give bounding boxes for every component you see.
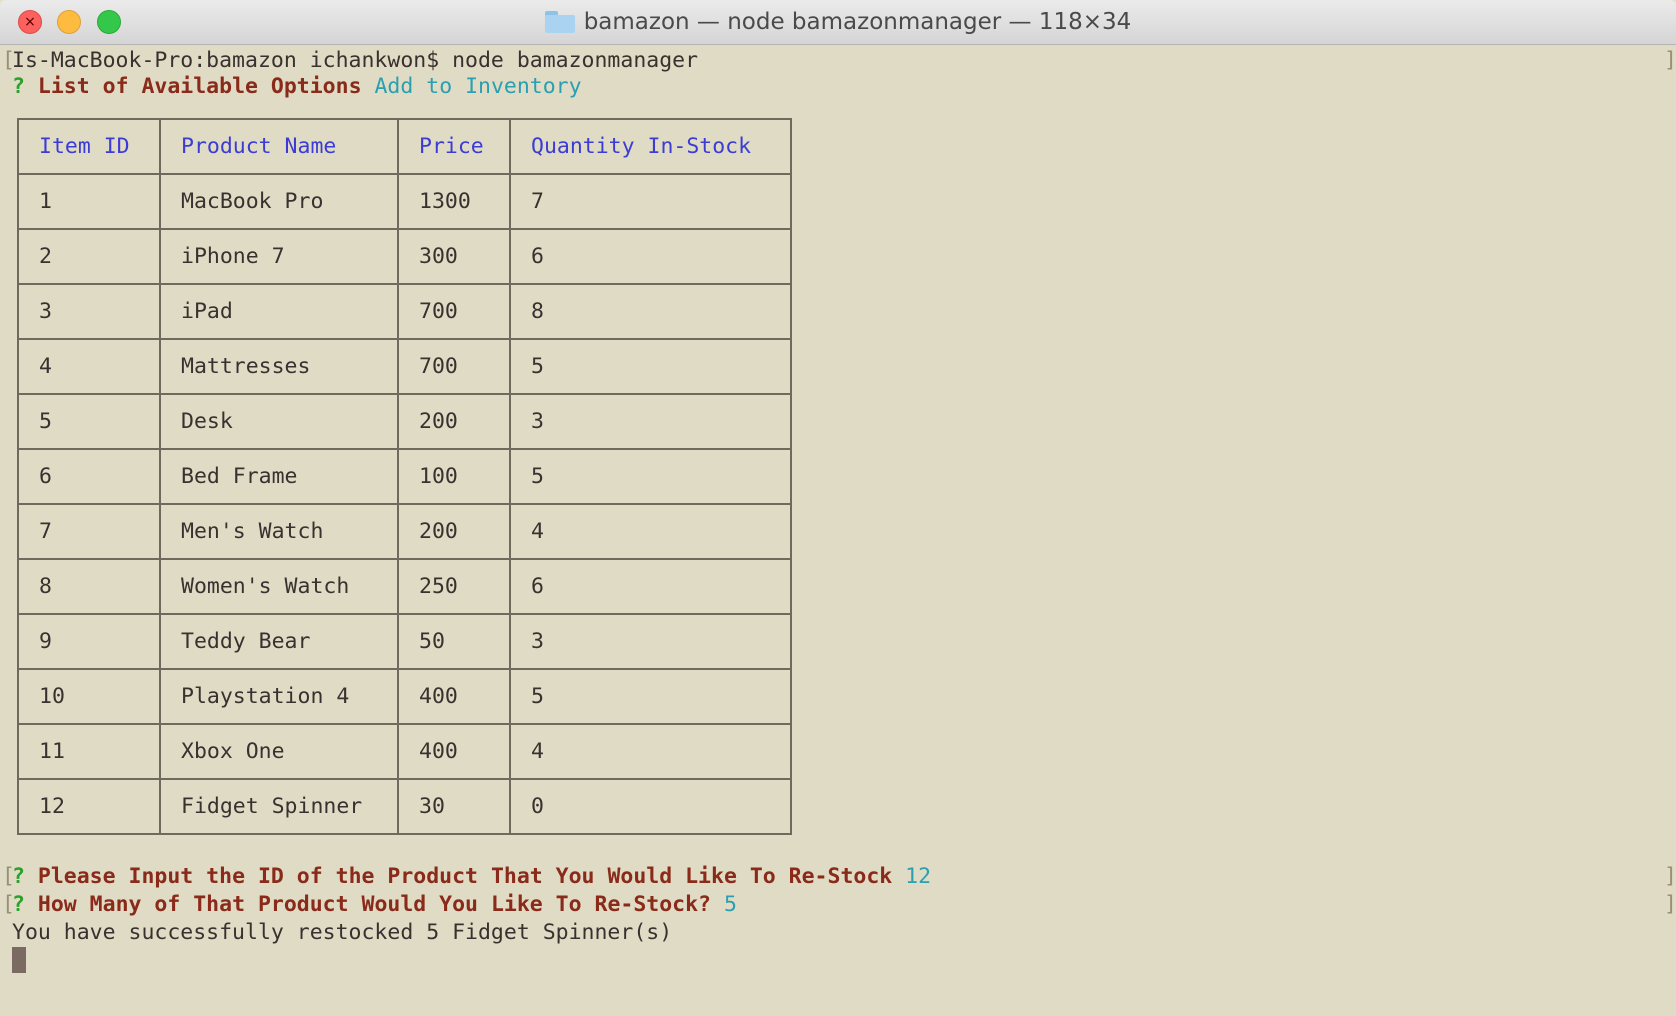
cell-item-id: 11 [17, 723, 161, 780]
cell-price: 300 [397, 228, 511, 285]
menu-label: List of Available Options [37, 74, 362, 99]
table-row: 10 Playstation 4 400 5 [17, 668, 792, 725]
cell-price: 50 [397, 613, 511, 670]
cell-price: 400 [397, 723, 511, 780]
header-product-name: Product Name [159, 118, 399, 175]
cell-product-name: iPhone 7 [159, 228, 399, 285]
cell-product-name: Bed Frame [159, 448, 399, 505]
cell-item-id: 9 [17, 613, 161, 670]
window-title: bamazon — node bamazonmanager — 118×34 [583, 9, 1132, 35]
cell-quantity: 6 [509, 558, 792, 615]
question-mark: ? [12, 74, 25, 99]
cell-item-id: 7 [17, 503, 161, 560]
header-price: Price [397, 118, 511, 175]
cell-product-name: Desk [159, 393, 399, 450]
cell-item-id: 8 [17, 558, 161, 615]
shell-prompt-line: Is-MacBook-Pro:bamazon ichankwon$ node b… [12, 48, 699, 73]
id-prompt-answer: 12 [905, 864, 932, 889]
cell-product-name: Women's Watch [159, 558, 399, 615]
qty-prompt-answer: 5 [723, 892, 737, 917]
menu-selected-option: Add to Inventory [374, 74, 582, 99]
table-header-row: Item ID Product Name Price Quantity In-S… [17, 118, 792, 175]
cell-item-id: 3 [17, 283, 161, 340]
cell-item-id: 6 [17, 448, 161, 505]
table-row: 2 iPhone 7 300 6 [17, 228, 792, 285]
text-cursor [12, 947, 26, 973]
cell-quantity: 4 [509, 503, 792, 560]
table-row: 6 Bed Frame 100 5 [17, 448, 792, 505]
cell-price: 200 [397, 503, 511, 560]
cell-item-id: 4 [17, 338, 161, 395]
cell-product-name: Fidget Spinner [159, 778, 399, 835]
table-row: 11 Xbox One 400 4 [17, 723, 792, 780]
cell-quantity: 3 [509, 393, 792, 450]
cell-quantity: 5 [509, 448, 792, 505]
cell-product-name: MacBook Pro [159, 173, 399, 230]
result-message: You have successfully restocked 5 Fidget… [12, 920, 673, 945]
cell-item-id: 1 [17, 173, 161, 230]
cell-price: 700 [397, 338, 511, 395]
cell-item-id: 5 [17, 393, 161, 450]
cell-quantity: 6 [509, 228, 792, 285]
id-prompt-label: Please Input the ID of the Product That … [37, 864, 893, 889]
question-mark: ? [12, 864, 25, 889]
line-mark-right: ] [1664, 48, 1676, 73]
folder-icon [544, 11, 575, 33]
cell-price: 200 [397, 393, 511, 450]
menu-prompt-line: ? List of Available Options Add to Inven… [12, 73, 582, 101]
cell-product-name: Men's Watch [159, 503, 399, 560]
table-row: 12 Fidget Spinner 30 0 [17, 778, 792, 835]
line-mark-right: ] [1664, 864, 1676, 889]
cell-quantity: 5 [509, 338, 792, 395]
line-mark-right: ] [1664, 892, 1676, 917]
cell-product-name: Mattresses [159, 338, 399, 395]
cell-item-id: 10 [17, 668, 161, 725]
table-row: 3 iPad 700 8 [17, 283, 792, 340]
cell-price: 700 [397, 283, 511, 340]
cell-quantity: 4 [509, 723, 792, 780]
cell-product-name: Teddy Bear [159, 613, 399, 670]
cell-quantity: 8 [509, 283, 792, 340]
cell-item-id: 2 [17, 228, 161, 285]
table-row: 5 Desk 200 3 [17, 393, 792, 450]
cell-item-id: 12 [17, 778, 161, 835]
cell-price: 100 [397, 448, 511, 505]
question-mark: ? [12, 892, 25, 917]
cell-price: 1300 [397, 173, 511, 230]
title-bar: × bamazon — node bamazonmanager — 118×34 [0, 0, 1676, 45]
header-quantity: Quantity In-Stock [509, 118, 792, 175]
cell-product-name: Xbox One [159, 723, 399, 780]
qty-prompt-line: ? How Many of That Product Would You Lik… [12, 891, 737, 919]
inventory-table: Item ID Product Name Price Quantity In-S… [17, 118, 792, 835]
cell-quantity: 0 [509, 778, 792, 835]
id-prompt-line: ? Please Input the ID of the Product Tha… [12, 863, 931, 891]
window-title-group: bamazon — node bamazonmanager — 118×34 [0, 0, 1676, 44]
header-item-id: Item ID [17, 118, 161, 175]
table-row: 4 Mattresses 700 5 [17, 338, 792, 395]
cell-product-name: iPad [159, 283, 399, 340]
cell-price: 30 [397, 778, 511, 835]
cell-product-name: Playstation 4 [159, 668, 399, 725]
qty-prompt-label: How Many of That Product Would You Like … [37, 892, 711, 917]
table-row: 7 Men's Watch 200 4 [17, 503, 792, 560]
table-row: 1 MacBook Pro 1300 7 [17, 173, 792, 230]
cell-quantity: 3 [509, 613, 792, 670]
cell-price: 400 [397, 668, 511, 725]
cell-price: 250 [397, 558, 511, 615]
cell-quantity: 7 [509, 173, 792, 230]
table-row: 9 Teddy Bear 50 3 [17, 613, 792, 670]
table-row: 8 Women's Watch 250 6 [17, 558, 792, 615]
cell-quantity: 5 [509, 668, 792, 725]
